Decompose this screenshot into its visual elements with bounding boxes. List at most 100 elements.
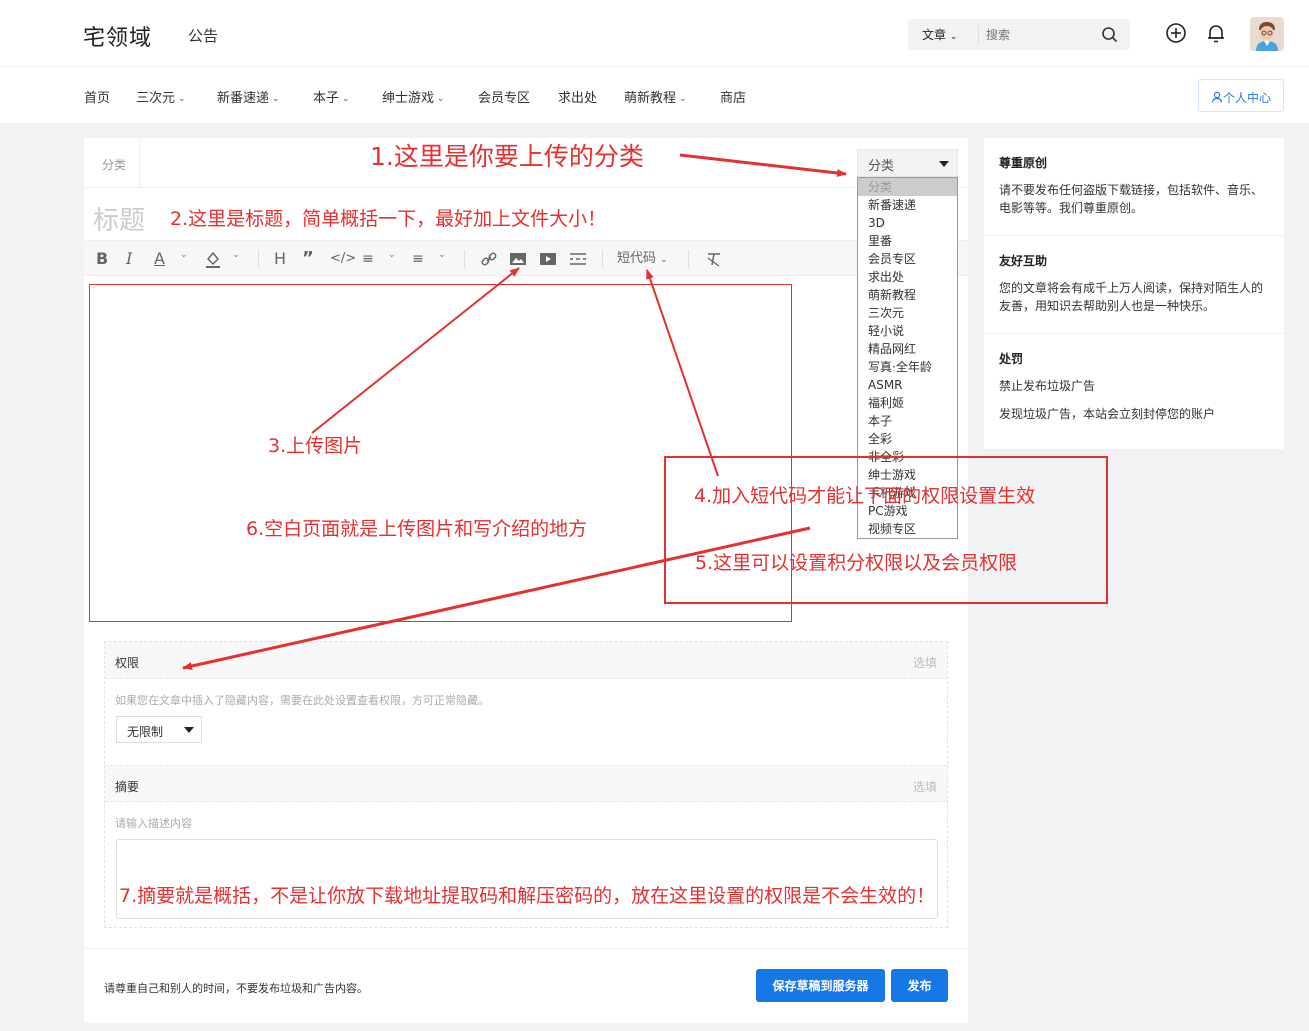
category-option[interactable]: 3D bbox=[858, 214, 957, 232]
sidebar-title: 处罚 bbox=[999, 352, 1024, 366]
annotation-title: 2.这里是标题，简单概括一下，最好加上文件大小！ bbox=[170, 208, 607, 230]
nav-item-source[interactable]: 求出处 bbox=[558, 87, 597, 106]
category-option[interactable]: 新番速递 bbox=[858, 196, 957, 214]
permission-desc: 如果您在文章中插入了隐藏内容，需要在此处设置查看权限，方可正常隐藏。 bbox=[115, 694, 489, 707]
footer-divider bbox=[84, 948, 968, 949]
category-option[interactable]: 全彩 bbox=[858, 430, 957, 448]
nav-item-new-anime[interactable]: 新番速递 ⌄ bbox=[217, 87, 280, 106]
category-option[interactable]: 本子 bbox=[858, 412, 957, 430]
bell-icon[interactable] bbox=[1205, 22, 1227, 44]
category-option[interactable]: 写真·全年龄 bbox=[858, 358, 957, 376]
sidebar-title: 尊重原创 bbox=[999, 156, 1048, 170]
footer-note: 请尊重自己和别人的时间，不要发布垃圾和广告内容。 bbox=[104, 982, 368, 995]
summary-desc: 请输入描述内容 bbox=[115, 817, 192, 830]
video-icon[interactable] bbox=[539, 249, 557, 269]
toolbar-separator bbox=[602, 250, 603, 268]
nav-item-shop[interactable]: 商店 bbox=[720, 87, 746, 106]
highlight-color-icon[interactable] bbox=[204, 249, 222, 269]
toolbar-separator bbox=[688, 250, 689, 268]
avatar[interactable] bbox=[1250, 17, 1284, 51]
toolbar-separator bbox=[464, 250, 465, 268]
permission-select[interactable]: 无限制 bbox=[116, 716, 202, 743]
notice-link[interactable]: 公告 bbox=[188, 25, 218, 46]
category-select[interactable]: 分类 bbox=[857, 149, 958, 177]
caret-down-icon bbox=[184, 727, 194, 733]
publish-button[interactable]: 发布 bbox=[891, 969, 948, 1002]
category-option[interactable]: 会员专区 bbox=[858, 250, 957, 268]
nav-item-games[interactable]: 绅士游戏 ⌄ bbox=[382, 87, 445, 106]
user-icon bbox=[1211, 91, 1223, 103]
chevron-down-icon: ⌄ bbox=[178, 94, 186, 104]
sidebar-text: 请不要发布任何盗版下载链接，包括软件、音乐、电影等等。我们尊重原创。 bbox=[999, 183, 1264, 215]
chevron-down-icon[interactable]: ⌄ bbox=[438, 250, 446, 260]
italic-icon[interactable]: I bbox=[126, 249, 132, 269]
annotation-image: 3.上传图片 bbox=[268, 435, 363, 457]
annotation-category: 1.这里是你要上传的分类 bbox=[370, 142, 644, 171]
add-icon[interactable] bbox=[1165, 22, 1187, 44]
chevron-down-icon[interactable]: ⌄ bbox=[180, 250, 188, 260]
bold-icon[interactable]: B bbox=[96, 249, 108, 269]
top-bar: 宅领域 公告 文章 ⌄ bbox=[0, 0, 1309, 67]
chevron-down-icon: ⌄ bbox=[437, 94, 445, 104]
annotation-shortcode: 4.加入短代码才能让下面的权限设置生效 bbox=[694, 485, 1036, 507]
category-divider bbox=[139, 138, 140, 188]
nav-item-home[interactable]: 首页 bbox=[84, 87, 110, 106]
chevron-down-icon[interactable]: ⌄ bbox=[388, 250, 396, 260]
image-upload-icon[interactable] bbox=[509, 249, 527, 269]
search-box: 文章 ⌄ bbox=[908, 19, 1130, 50]
ordered-list-icon[interactable]: ≡ bbox=[362, 249, 374, 269]
chevron-down-icon[interactable]: ⌄ bbox=[232, 250, 240, 260]
category-option[interactable]: 分类 bbox=[858, 178, 957, 196]
caret-down-icon bbox=[939, 161, 949, 167]
nav-item-vip[interactable]: 会员专区 bbox=[478, 87, 530, 106]
summary-title: 摘要 bbox=[115, 780, 140, 794]
category-option[interactable]: 三次元 bbox=[858, 304, 957, 322]
category-option[interactable]: 萌新教程 bbox=[858, 286, 957, 304]
nav-item-doujin[interactable]: 本子 ⌄ bbox=[313, 87, 350, 106]
sidebar-section-original: 尊重原创 请不要发布任何盗版下载链接，包括软件、音乐、电影等等。我们尊重原创。 bbox=[984, 138, 1284, 236]
nav-item-3d-real[interactable]: 三次元 ⌄ bbox=[136, 87, 186, 106]
heading-icon[interactable]: H bbox=[274, 249, 286, 269]
annotation-content: 6.空白页面就是上传图片和写介绍的地方 bbox=[246, 518, 588, 540]
chevron-down-icon: ⌄ bbox=[679, 94, 687, 104]
sidebar-title: 友好互助 bbox=[999, 254, 1048, 268]
category-option[interactable]: 福利姬 bbox=[858, 394, 957, 412]
category-option[interactable]: ASMR bbox=[858, 376, 957, 394]
search-icon[interactable] bbox=[1100, 25, 1120, 45]
bullet-list-icon[interactable]: ≡ bbox=[412, 249, 424, 269]
shortcode-menu[interactable]: 短代码 ⌄ bbox=[617, 249, 668, 269]
category-option[interactable]: 求出处 bbox=[858, 268, 957, 286]
link-icon[interactable] bbox=[480, 249, 498, 269]
sidebar-card: 尊重原创 请不要发布任何盗版下载链接，包括软件、音乐、电影等等。我们尊重原创。 … bbox=[984, 138, 1284, 449]
sidebar-text: 发现垃圾广告，本站会立刻封停您的账户 bbox=[999, 407, 1216, 421]
save-draft-button[interactable]: 保存草稿到服务器 bbox=[756, 969, 885, 1002]
clear-format-icon[interactable] bbox=[705, 249, 723, 269]
category-label: 分类 bbox=[102, 158, 127, 172]
nav-item-tutorial[interactable]: 萌新教程 ⌄ bbox=[624, 87, 687, 106]
search-input[interactable] bbox=[986, 24, 1096, 45]
search-type-select[interactable]: 文章 ⌄ bbox=[922, 26, 957, 43]
search-divider bbox=[978, 26, 979, 43]
sidebar-section-penalty: 处罚 禁止发布垃圾广告 发现垃圾广告，本站会立刻封停您的账户 bbox=[984, 334, 1284, 449]
main-nav: 首页 三次元 ⌄ 新番速递 ⌄ 本子 ⌄ 绅士游戏 ⌄ 会员专区 求出处 萌新教程 ⌄ 商… bbox=[0, 67, 1309, 123]
shortcode-note-box bbox=[664, 456, 1108, 604]
toolbar-separator bbox=[258, 250, 259, 268]
chevron-down-icon: ⌄ bbox=[342, 94, 350, 104]
editor-toolbar: B I A ⌄ ⌄ H ” </> ≡ ⌄ ≡ ⌄ 短代码 ⌄ bbox=[84, 240, 968, 276]
permission-optional: 选填 bbox=[912, 656, 937, 670]
quote-icon[interactable]: ” bbox=[302, 249, 314, 269]
avatar-face-icon bbox=[1250, 17, 1284, 51]
sidebar-section-friendly: 友好互助 您的文章将会有成千上万人阅读，保持对陌生人的友善，用知识去帮助别人也是… bbox=[984, 236, 1284, 334]
font-color-icon[interactable]: A bbox=[154, 249, 165, 269]
site-logo[interactable]: 宅领域 bbox=[83, 20, 152, 52]
code-icon[interactable]: </> bbox=[330, 249, 356, 269]
annotation-summary: 7.摘要就是概括，不是让你放下载地址提取码和解压密码的，放在这里设置的权限是不会… bbox=[119, 885, 936, 907]
title-input[interactable]: 标题 bbox=[93, 200, 145, 237]
category-option[interactable]: 精品网红 bbox=[858, 340, 957, 358]
divider-icon[interactable] bbox=[569, 249, 587, 269]
permission-header: 权限 选填 bbox=[105, 642, 947, 679]
category-option[interactable]: 里番 bbox=[858, 232, 957, 250]
user-center-button[interactable]: 个人中心 bbox=[1198, 79, 1284, 112]
annotation-permission: 5.这里可以设置积分权限以及会员权限 bbox=[695, 552, 1018, 574]
category-option[interactable]: 轻小说 bbox=[858, 322, 957, 340]
